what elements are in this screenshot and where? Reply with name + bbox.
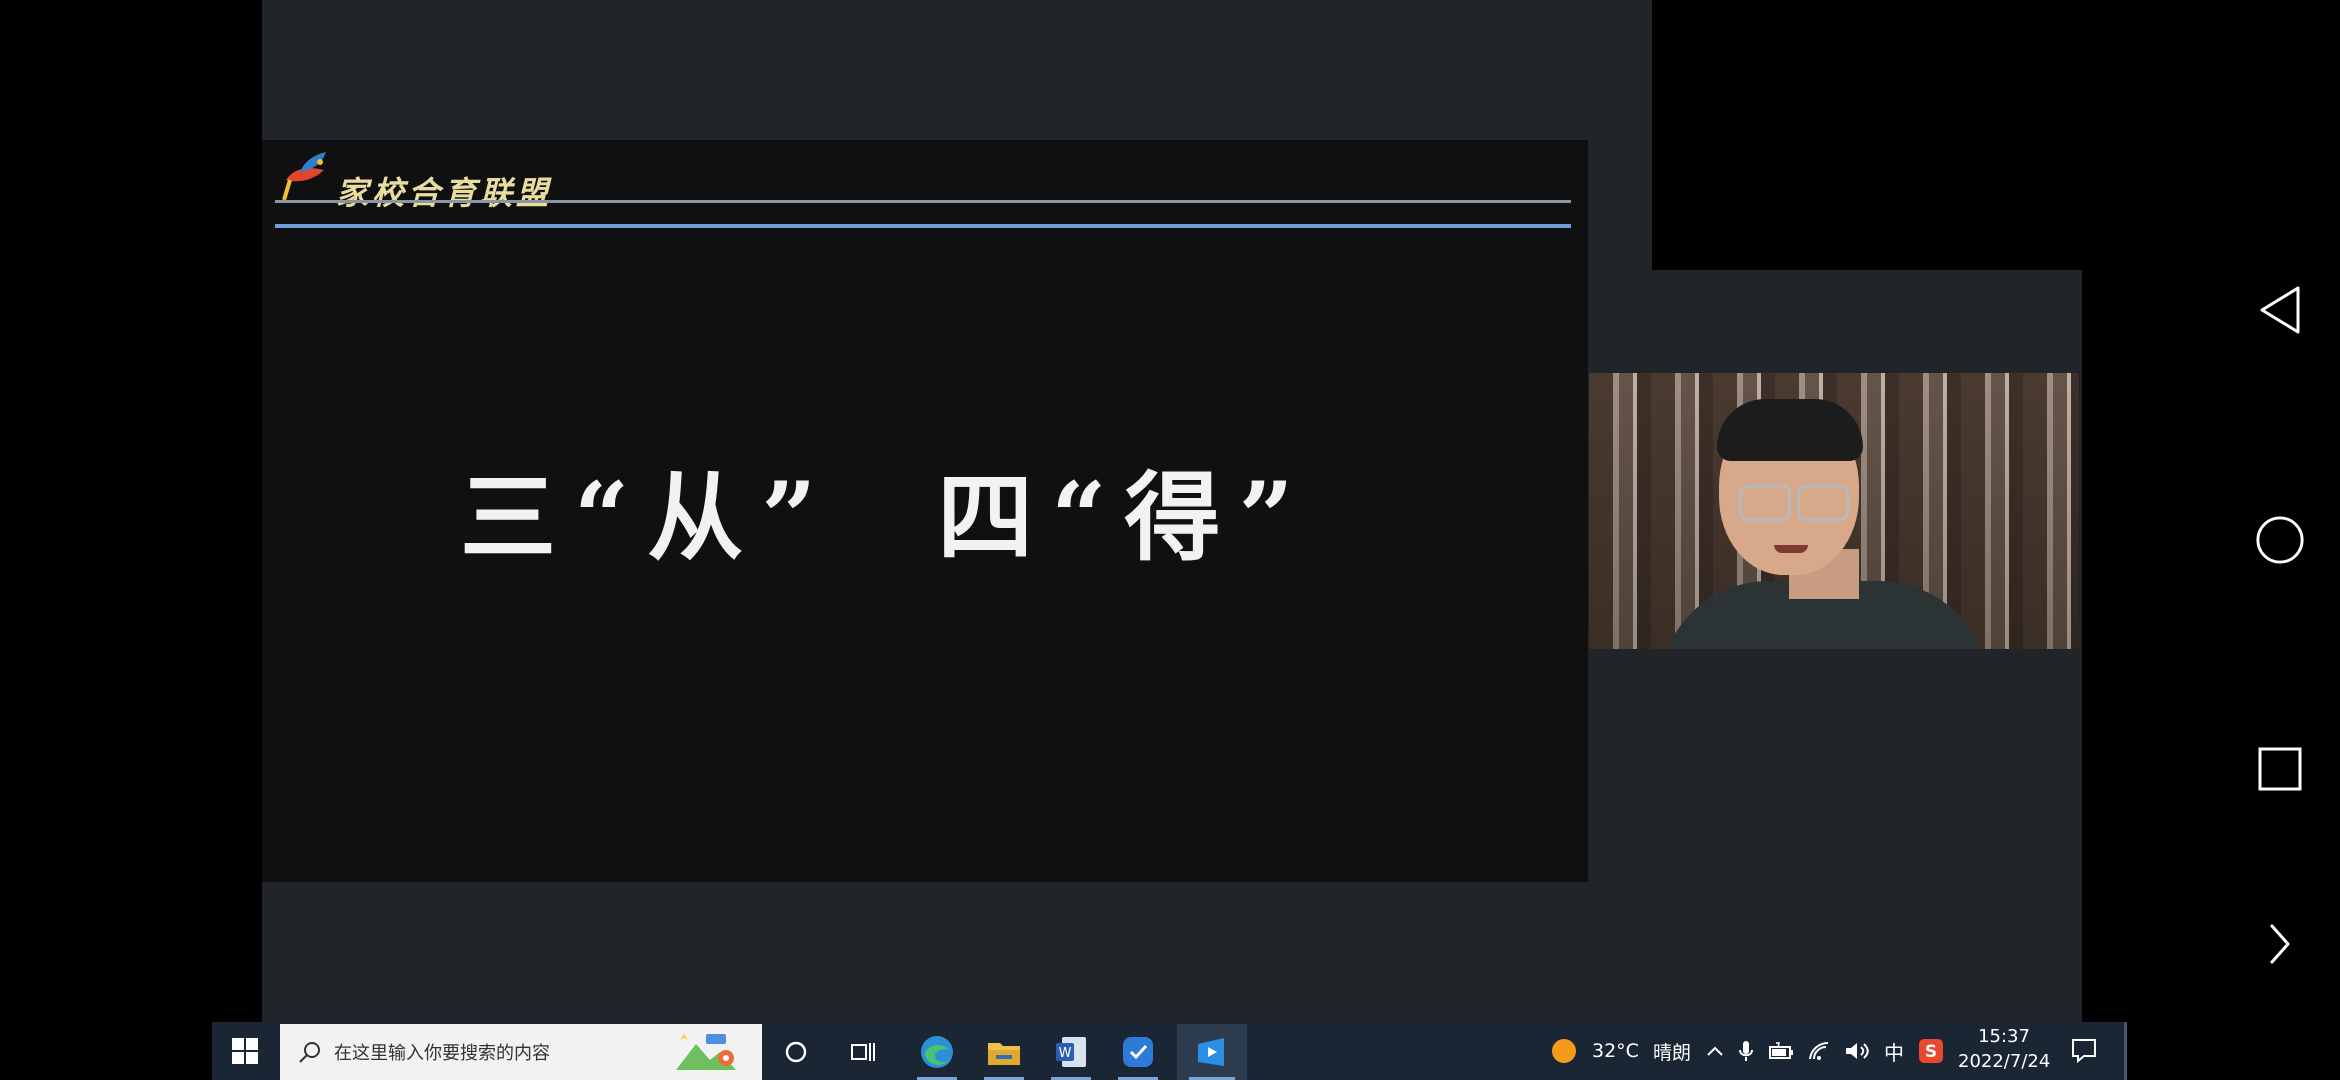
volume-icon[interactable] xyxy=(1844,1040,1870,1062)
chevron-right-icon xyxy=(2270,924,2290,964)
cortana-icon xyxy=(785,1041,807,1063)
cortana-button[interactable] xyxy=(764,1024,828,1080)
weather-widget[interactable]: 32°C 晴朗 xyxy=(1550,1022,1691,1080)
slide-brand: 家校合育联盟 xyxy=(336,174,553,212)
notification-button[interactable] xyxy=(2070,1036,2104,1066)
notification-icon xyxy=(2072,1039,2096,1064)
search-icon xyxy=(299,1042,320,1063)
edge-browser-icon xyxy=(921,1036,953,1068)
task-view-button[interactable] xyxy=(831,1024,895,1080)
presenter-mouth xyxy=(1774,545,1808,553)
next-button[interactable] xyxy=(2255,919,2305,969)
taskbar-search-box[interactable]: 在这里输入你要搜索的内容 xyxy=(280,1024,762,1080)
weather-desc: 晴朗 xyxy=(1652,1041,1691,1064)
file-explorer-icon xyxy=(988,1043,1020,1065)
microphone-icon[interactable] xyxy=(1738,1039,1754,1063)
meeting-app-icon xyxy=(1198,1038,1224,1066)
word-app-button[interactable]: W xyxy=(1039,1024,1103,1080)
weather-temp: 32°C xyxy=(1592,1040,1639,1062)
svg-text:S: S xyxy=(1925,1042,1937,1062)
edge-app-button[interactable] xyxy=(905,1024,969,1080)
presenter-video xyxy=(1589,373,2079,649)
clock-time: 15:37 xyxy=(1978,1026,2030,1047)
explorer-app-button[interactable] xyxy=(972,1024,1036,1080)
slide-divider-bottom xyxy=(275,224,1571,228)
search-highlight-icon xyxy=(676,1034,736,1070)
blue-app-icon xyxy=(1123,1037,1153,1067)
presenter-hair xyxy=(1717,399,1863,461)
sun-icon xyxy=(1552,1039,1576,1063)
word-icon: W xyxy=(1056,1037,1086,1067)
glasses-left xyxy=(1739,485,1791,521)
task-view-icon xyxy=(851,1043,875,1061)
svg-text:W: W xyxy=(1059,1046,1072,1061)
wifi-icon[interactable] xyxy=(1808,1041,1830,1061)
start-button[interactable] xyxy=(212,1022,278,1080)
windows-start-icon xyxy=(232,1038,258,1064)
recents-button[interactable] xyxy=(2255,744,2305,794)
recents-square-icon xyxy=(2258,747,2302,791)
battery-icon[interactable] xyxy=(1768,1042,1794,1060)
blue-app-button[interactable] xyxy=(1106,1024,1170,1080)
bird-logo-icon xyxy=(282,152,326,201)
back-triangle-icon xyxy=(2260,286,2300,334)
system-tray: 中 S xyxy=(1706,1022,1944,1080)
clock[interactable]: 15:37 2022/7/24 xyxy=(1958,1026,2050,1072)
home-circle-icon xyxy=(2256,516,2304,564)
back-button[interactable] xyxy=(2255,285,2305,335)
home-button[interactable] xyxy=(2255,515,2305,565)
sogou-ime-icon[interactable]: S xyxy=(1918,1038,1944,1064)
meeting-app-button[interactable] xyxy=(1177,1024,1247,1080)
clock-date: 2022/7/24 xyxy=(1958,1051,2051,1072)
ime-indicator[interactable]: 中 xyxy=(1884,1037,1904,1066)
chevron-up-icon[interactable] xyxy=(1706,1044,1724,1058)
show-desktop-strip[interactable] xyxy=(2124,1022,2127,1080)
slide-divider-top xyxy=(275,200,1571,203)
slide-title: 三“从” 四“得” xyxy=(460,461,1312,574)
glasses-right xyxy=(1797,485,1849,521)
search-placeholder: 在这里输入你要搜索的内容 xyxy=(334,1043,550,1064)
